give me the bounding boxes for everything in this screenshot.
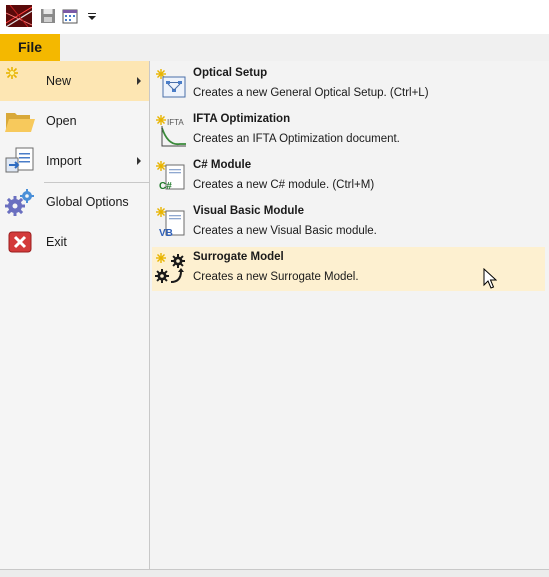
new-optical-setup-item[interactable]: Optical Setup Creates a new General Opti… [152, 63, 545, 107]
menu-item-new-label: New [46, 74, 72, 88]
folder-open-icon [5, 113, 35, 132]
new-ifta-optimization-item[interactable]: IFTA IFTA Optimization Creates an IFTA O… [152, 109, 545, 153]
file-menu-left-pane: New Open Import Global Options Exit [0, 61, 150, 569]
exit-icon [8, 231, 32, 253]
save-icon[interactable] [40, 8, 56, 24]
ifta-optimization-title: IFTA Optimization [193, 113, 291, 125]
surrogate-model-desc: Creates a new Surrogate Model. [193, 271, 359, 283]
optical-setup-icon [156, 69, 186, 98]
quick-access-toolbar [0, 0, 549, 34]
submenu-arrow-icon [137, 157, 141, 165]
vb-module-desc: Creates a new Visual Basic module. [193, 225, 377, 237]
svg-text:C#: C# [159, 181, 172, 192]
menu-item-open-label: Open [46, 114, 77, 128]
csharp-module-icon: C# [156, 161, 185, 192]
surrogate-model-icon [155, 253, 185, 283]
svg-text:IFTA: IFTA [167, 118, 184, 127]
ribbon-tab-strip: File [0, 34, 549, 62]
surrogate-model-title: Surrogate Model [193, 251, 284, 263]
new-vb-module-item[interactable]: VB Visual Basic Module Creates a new Vis… [152, 201, 545, 245]
svg-text:VB: VB [159, 228, 173, 239]
csharp-module-title: C# Module [193, 159, 252, 171]
menu-item-exit[interactable]: Exit [0, 222, 149, 262]
submenu-arrow-icon [137, 77, 141, 85]
optical-setup-desc: Creates a new General Optical Setup. (Ct… [193, 87, 429, 99]
app-logo-icon [6, 5, 32, 27]
menu-item-open[interactable]: Open [0, 101, 149, 141]
menu-item-new[interactable]: New [0, 61, 149, 101]
mouse-cursor-icon [483, 268, 497, 289]
new-csharp-module-item[interactable]: C# C# Module Creates a new C# module. (C… [152, 155, 545, 199]
ifta-icon: IFTA [156, 115, 186, 147]
file-tab[interactable]: File [0, 34, 60, 61]
menu-item-import-label: Import [46, 154, 82, 168]
new-submenu-pane: Optical Setup Creates a new General Opti… [150, 61, 549, 569]
optical-setup-title: Optical Setup [193, 67, 268, 79]
gears-icon [5, 189, 34, 216]
csharp-module-desc: Creates a new C# module. (Ctrl+M) [193, 179, 375, 191]
new-sparkle-icon [6, 67, 18, 79]
menu-item-import[interactable]: Import [0, 141, 149, 181]
menu-item-global-options[interactable]: Global Options [0, 182, 149, 222]
customize-toolbar-dropdown-icon[interactable] [86, 8, 98, 24]
vb-module-title: Visual Basic Module [193, 205, 304, 217]
menu-item-exit-label: Exit [46, 235, 67, 249]
file-menu: New Open Import Global Options Exit Opti… [0, 61, 549, 577]
calendar-icon[interactable] [62, 8, 78, 24]
import-icon [5, 147, 34, 173]
vb-module-icon: VB [156, 207, 185, 239]
ifta-optimization-desc: Creates an IFTA Optimization document. [193, 133, 400, 145]
menu-item-global-options-label: Global Options [46, 195, 129, 209]
